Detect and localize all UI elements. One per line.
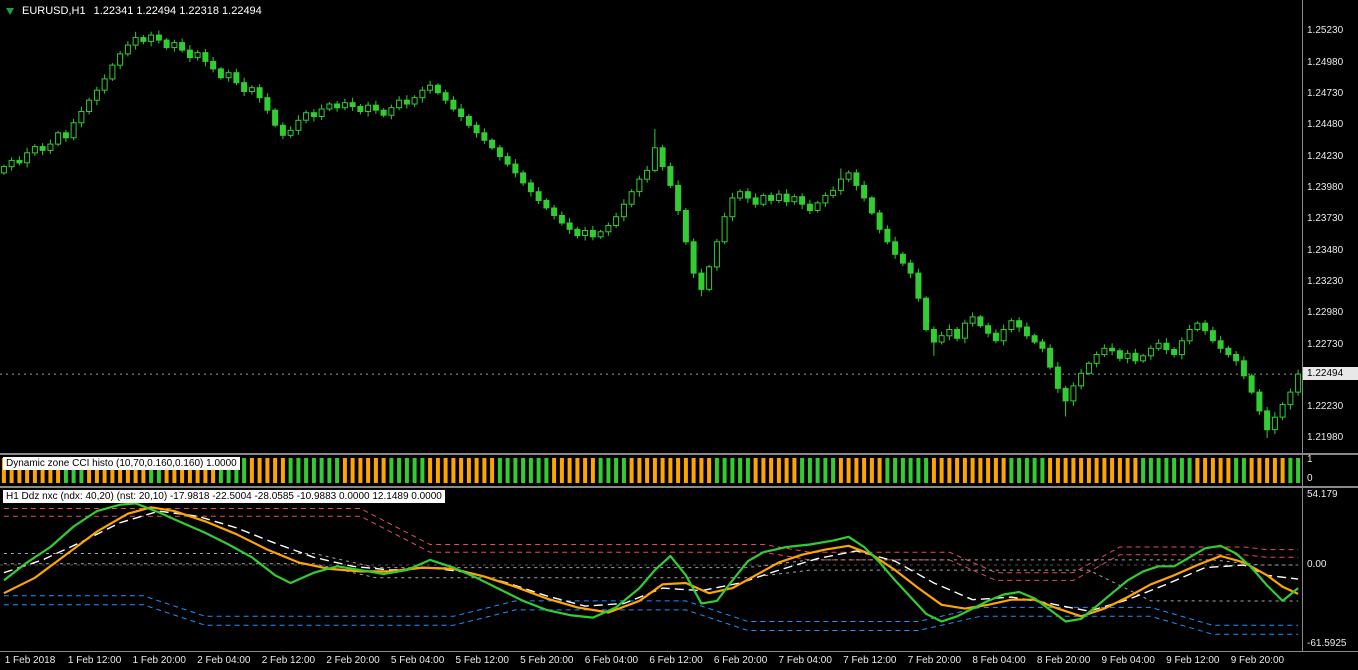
cci-tick: 1 (1307, 455, 1313, 465)
price-tick: 1.22230 (1307, 401, 1344, 413)
time-label: 6 Feb 12:00 (649, 655, 703, 666)
price-tick: 1.22980 (1307, 307, 1344, 319)
oscillator-tick: -61.5925 (1307, 638, 1347, 650)
symbol-marker-icon (6, 7, 14, 15)
oscillator-panel: H1 Ddz nxc (ndx: 40,20) (nst: 20,10) -17… (0, 488, 1358, 651)
time-label: 2 Feb 04:00 (197, 655, 251, 666)
time-label: 7 Feb 20:00 (907, 655, 962, 666)
time-axis[interactable]: 1 Feb 2018 1 Feb 12:00 1 Feb 20:00 2 Feb 04… (0, 652, 1358, 670)
price-tick: 1.24230 (1307, 150, 1344, 162)
time-label: 2 Feb 12:00 (261, 655, 316, 666)
cci-indicator-label: Dynamic zone CCI histo (10,70,0.160,0.16… (3, 457, 240, 470)
price-panel: EURUSD,H1 1.22341 1.22494 1.22318 1.2249… (0, 0, 1358, 453)
trading-chart-window: EURUSD,H1 1.22341 1.22494 1.22318 1.2249… (0, 0, 1358, 670)
oscillator-canvas[interactable] (0, 488, 1302, 651)
time-label: 5 Feb 20:00 (520, 655, 574, 666)
time-label: 9 Feb 04:00 (1101, 655, 1155, 666)
cci-indicator-panel: Dynamic zone CCI histo (10,70,0.160,0.16… (0, 455, 1358, 486)
time-label: 1 Feb 20:00 (132, 655, 186, 666)
cci-tick: 0 (1307, 473, 1313, 484)
price-tick: 1.21980 (1307, 432, 1344, 444)
time-label: 8 Feb 20:00 (1036, 655, 1091, 666)
time-label: 9 Feb 20:00 (1230, 655, 1285, 666)
cci-axis: 10 (1302, 455, 1358, 486)
time-label: 5 Feb 04:00 (390, 655, 445, 666)
time-label: 2 Feb 20:00 (326, 655, 380, 666)
price-tick: 1.24730 (1307, 87, 1344, 99)
time-label: 8 Feb 04:00 (972, 655, 1026, 666)
time-label: 6 Feb 20:00 (713, 655, 768, 666)
price-tick: 1.24480 (1307, 119, 1344, 131)
ohlc-readout: 1.22341 1.22494 1.22318 1.22494 (93, 5, 262, 17)
price-tick: 1.23230 (1307, 275, 1344, 287)
osc-indicator-label: H1 Ddz nxc (ndx: 40,20) (nst: 20,10) -17… (3, 490, 445, 503)
chart-title: EURUSD,H1 1.22341 1.22494 1.22318 1.2249… (6, 5, 262, 17)
time-label: 7 Feb 12:00 (843, 655, 897, 666)
symbol-timeframe: EURUSD,H1 (22, 5, 86, 17)
price-tick: 1.24980 (1307, 56, 1344, 68)
price-tick: 1.23730 (1307, 213, 1344, 225)
oscillator-tick: 0.00 (1307, 559, 1327, 570)
time-label: 7 Feb 04:00 (778, 655, 832, 666)
price-tick: 1.23480 (1307, 244, 1344, 256)
price-tick: 1.25230 (1307, 25, 1344, 37)
oscillator-axis: 54.179 0.00 -61.5925 (1302, 488, 1358, 651)
price-tick: 1.23980 (1307, 181, 1344, 193)
price-tick: 1.22730 (1307, 338, 1344, 350)
time-label: 5 Feb 12:00 (455, 655, 509, 666)
price-chart-canvas[interactable] (0, 0, 1302, 453)
time-label: 9 Feb 12:00 (1166, 655, 1220, 666)
time-label: 1 Feb 12:00 (67, 655, 122, 666)
time-label: 6 Feb 04:00 (584, 655, 639, 666)
current-price-badge: 1.22494 (1303, 367, 1358, 381)
price-axis[interactable]: 1.25230 1.24980 1.24730 1.24480 1.24230 1.239… (1302, 0, 1358, 453)
time-label: 1 Feb 2018 (4, 655, 56, 666)
oscillator-tick: 54.179 (1307, 489, 1338, 501)
